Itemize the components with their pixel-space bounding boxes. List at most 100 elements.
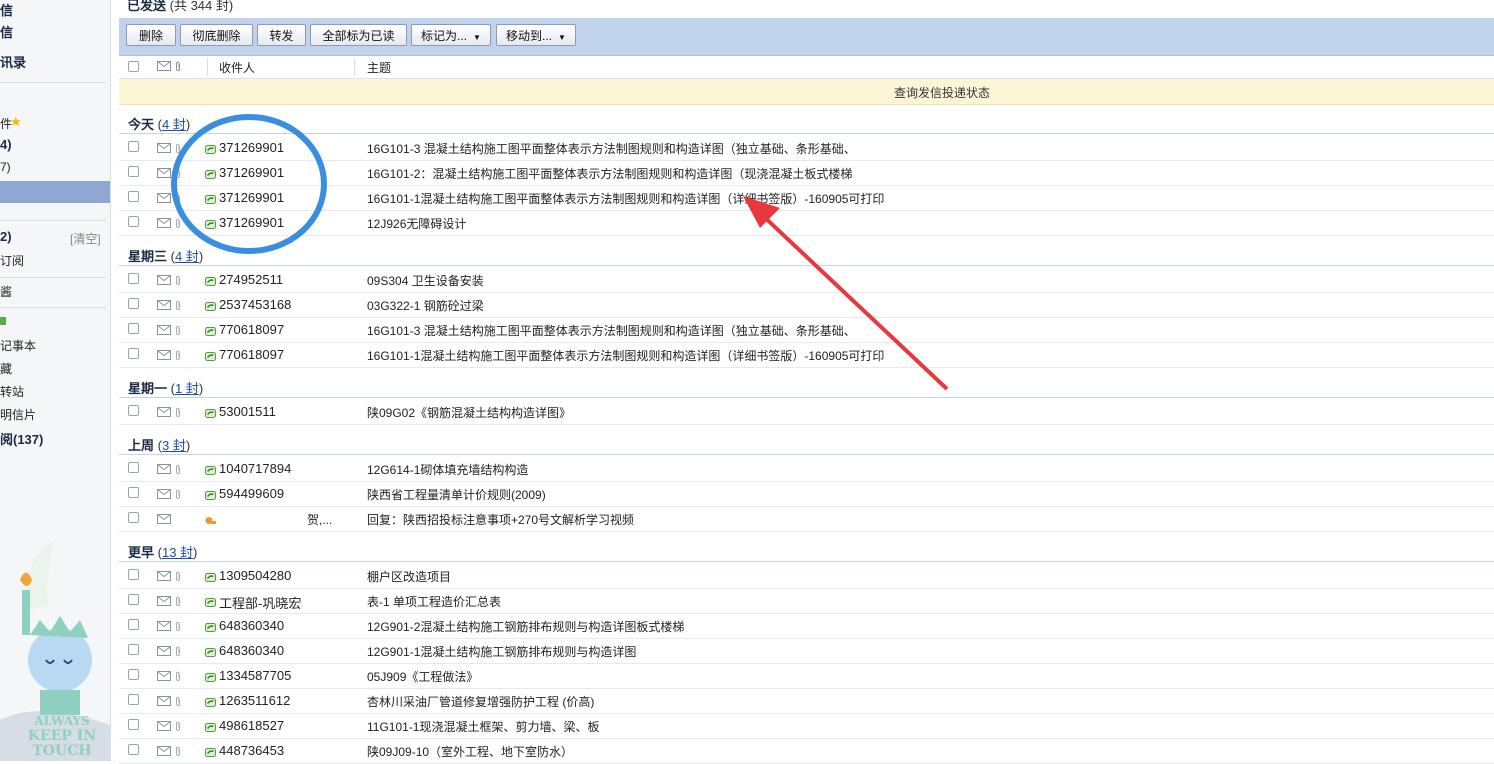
- row-checkbox[interactable]: [128, 669, 139, 680]
- mail-row[interactable]: 448736453 陕09J09-10（室外工程、地下室防水）: [119, 738, 1494, 764]
- row-checkbox[interactable]: [128, 644, 139, 655]
- mail-row[interactable]: 770618097 16G101-3 混凝土结构施工图平面整体表示方法制图规则和构…: [119, 317, 1494, 343]
- row-checkbox[interactable]: [128, 141, 139, 152]
- mail-row[interactable]: 2537453168 03G322-1 钢筋砼过梁: [119, 292, 1494, 318]
- query-delivery-status-link[interactable]: 查询发信投递状态: [894, 84, 990, 101]
- attachment-icon: [175, 720, 181, 731]
- subject-column-header[interactable]: 主题: [367, 59, 391, 76]
- subject-text[interactable]: 16G101-1混凝土结构施工图平面整体表示方法制图规则和构造详图（详细书签版）…: [367, 190, 884, 207]
- mail-row[interactable]: 工程部-巩晓宏 表-1 单项工程造价汇总表: [119, 588, 1494, 614]
- row-checkbox[interactable]: [128, 619, 139, 630]
- mail-row[interactable]: 770618097 16G101-1混凝土结构施工图平面整体表示方法制图规则和构造…: [119, 342, 1494, 368]
- mail-row[interactable]: 371269901 16G101-2：混凝土结构施工图平面整体表示方法制图规则和构…: [119, 160, 1494, 186]
- contact-icon: [205, 489, 216, 500]
- subject-text[interactable]: 陕09J09-10（室外工程、地下室防水）: [367, 743, 573, 760]
- sidebar-item[interactable]: 2): [0, 229, 12, 244]
- row-checkbox[interactable]: [128, 569, 139, 580]
- row-checkbox[interactable]: [128, 512, 139, 523]
- row-checkbox[interactable]: [128, 462, 139, 473]
- sidebar-item[interactable]: 转站: [0, 383, 24, 400]
- subject-text[interactable]: 16G101-2：混凝土结构施工图平面整体表示方法制图规则和构造详图（现浇混凝土…: [367, 165, 852, 182]
- recipient-text: 770618097: [219, 322, 285, 337]
- mark-all-read-button[interactable]: 全部标为已读: [310, 24, 407, 46]
- sidebar-item[interactable]: 讯录: [0, 52, 26, 71]
- envelope-icon: [157, 670, 171, 681]
- sidebar-item-selected[interactable]: [0, 181, 110, 203]
- subject-text[interactable]: 16G101-3 混凝土结构施工图平面整体表示方法制图规则和构造详图（独立基础、…: [367, 140, 856, 157]
- subject-text[interactable]: 16G101-1混凝土结构施工图平面整体表示方法制图规则和构造详图（详细书签版）…: [367, 347, 884, 364]
- sidebar-item[interactable]: 酱: [0, 283, 12, 300]
- mail-row[interactable]: 648360340 12G901-2混凝土结构施工钢筋排布规则与构造详图板式楼梯: [119, 613, 1494, 639]
- subject-text[interactable]: 11G101-1现浇混凝土框架、剪力墙、梁、板: [367, 718, 599, 735]
- row-checkbox[interactable]: [128, 348, 139, 359]
- row-checkbox[interactable]: [128, 594, 139, 605]
- clear-link[interactable]: [清空]: [70, 230, 101, 247]
- mail-row[interactable]: 498618527 11G101-1现浇混凝土框架、剪力墙、梁、板: [119, 713, 1494, 739]
- contact-group-icon: [205, 514, 216, 524]
- row-checkbox[interactable]: [128, 694, 139, 705]
- group-header: 今天 (4 封): [128, 114, 190, 133]
- delete-button[interactable]: 删除: [126, 24, 176, 46]
- sidebar-item[interactable]: 记事本: [0, 337, 36, 354]
- mail-row[interactable]: 371269901 16G101-3 混凝土结构施工图平面整体表示方法制图规则和构…: [119, 135, 1494, 161]
- row-checkbox[interactable]: [128, 405, 139, 416]
- subject-text[interactable]: 回复：陕西招投标注意事项+270号文解析学习视频: [367, 511, 634, 528]
- group-count-link[interactable]: 4 封: [162, 117, 186, 132]
- envelope-icon: [157, 488, 171, 499]
- sidebar-item[interactable]: 订阅: [0, 252, 24, 269]
- attachment-icon: [175, 570, 181, 581]
- recipient-column-header[interactable]: 收件人: [219, 59, 255, 76]
- subject-text[interactable]: 棚户区改造项目: [367, 568, 451, 585]
- permanent-delete-button[interactable]: 彻底删除: [180, 24, 253, 46]
- sidebar-item[interactable]: 明信片: [0, 406, 36, 423]
- row-checkbox[interactable]: [128, 166, 139, 177]
- subject-text[interactable]: 09S304 卫生设备安装: [367, 272, 484, 289]
- row-checkbox[interactable]: [128, 273, 139, 284]
- row-checkbox[interactable]: [128, 744, 139, 755]
- subject-text[interactable]: 05J909《工程做法》: [367, 668, 478, 685]
- mail-row[interactable]: 1309504280 棚户区改造项目: [119, 563, 1494, 589]
- row-checkbox[interactable]: [128, 216, 139, 227]
- mail-row[interactable]: 53001511 陕09G02《钢筋混凝土结构构造详图》: [119, 399, 1494, 425]
- subject-text[interactable]: 表-1 单项工程造价汇总表: [367, 593, 501, 610]
- sidebar-item[interactable]: 信: [0, 0, 13, 19]
- subject-text[interactable]: 16G101-3 混凝土结构施工图平面整体表示方法制图规则和构造详图（独立基础、…: [367, 322, 856, 339]
- subject-text[interactable]: 陕09G02《钢筋混凝土结构构造详图》: [367, 404, 571, 421]
- mail-row[interactable]: 648360340 12G901-1混凝土结构施工钢筋排布规则与构造详图: [119, 638, 1494, 664]
- mail-row[interactable]: 贺,... 回复：陕西招投标注意事项+270号文解析学习视频: [119, 506, 1494, 532]
- subject-text[interactable]: 陕西省工程量清单计价规则(2009): [367, 486, 546, 503]
- contact-icon: [205, 721, 216, 732]
- sidebar-item[interactable]: 藏: [0, 360, 12, 377]
- sidebar-item[interactable]: 7): [0, 160, 11, 174]
- subject-text[interactable]: 杏林川采油厂管道修复增强防护工程 (价高): [367, 693, 594, 710]
- mark-as-dropdown[interactable]: 标记为... ▼: [411, 24, 491, 46]
- select-all-checkbox[interactable]: [128, 61, 139, 72]
- row-checkbox[interactable]: [128, 298, 139, 309]
- sidebar-item[interactable]: 阅(137): [0, 429, 43, 448]
- row-checkbox[interactable]: [128, 191, 139, 202]
- sidebar-item[interactable]: 信: [0, 22, 13, 41]
- subject-text[interactable]: 03G322-1 钢筋砼过梁: [367, 297, 484, 314]
- subject-text[interactable]: 12G901-1混凝土结构施工钢筋排布规则与构造详图: [367, 643, 636, 660]
- mail-row[interactable]: 1040717894 12G614-1砌体填充墙结构构造: [119, 456, 1494, 482]
- forward-button[interactable]: 转发: [257, 24, 306, 46]
- group-count-link[interactable]: 1 封: [175, 381, 199, 396]
- row-checkbox[interactable]: [128, 719, 139, 730]
- subject-text[interactable]: 12J926无障碍设计: [367, 215, 466, 232]
- mail-row[interactable]: 594499609 陕西省工程量清单计价规则(2009): [119, 481, 1494, 507]
- sidebar-item[interactable]: 4): [0, 137, 12, 152]
- mail-row[interactable]: 371269901 16G101-1混凝土结构施工图平面整体表示方法制图规则和构造…: [119, 185, 1494, 211]
- mail-row[interactable]: 371269901 12J926无障碍设计: [119, 210, 1494, 236]
- subject-text[interactable]: 12G614-1砌体填充墙结构构造: [367, 461, 528, 478]
- move-to-dropdown[interactable]: 移动到... ▼: [496, 24, 576, 46]
- group-count-link[interactable]: 3 封: [162, 438, 186, 453]
- mail-row[interactable]: 1334587705 05J909《工程做法》: [119, 663, 1494, 689]
- mail-row[interactable]: 274952511 09S304 卫生设备安装: [119, 267, 1494, 293]
- group-count-link[interactable]: 13 封: [162, 545, 193, 560]
- subject-text[interactable]: 12G901-2混凝土结构施工钢筋排布规则与构造详图板式楼梯: [367, 618, 684, 635]
- row-checkbox[interactable]: [128, 323, 139, 334]
- mail-row[interactable]: 1263511612 杏林川采油厂管道修复增强防护工程 (价高): [119, 688, 1494, 714]
- group-count-link[interactable]: 4 封: [175, 249, 199, 264]
- contact-icon: [205, 746, 216, 757]
- row-checkbox[interactable]: [128, 487, 139, 498]
